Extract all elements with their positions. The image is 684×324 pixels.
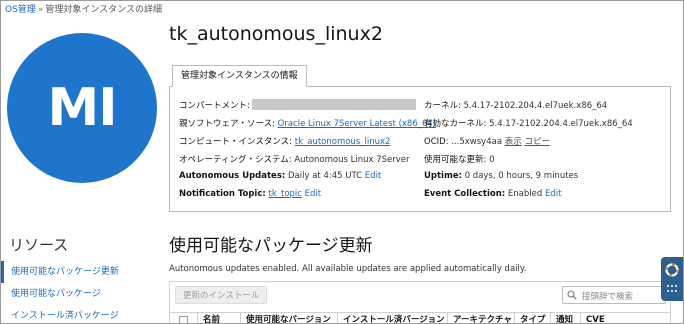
ocid-value: ...5xwsy4aa [451, 137, 503, 147]
uptime-label: Uptime: [424, 171, 462, 181]
tab-instance-info[interactable]: 管理対象インスタンスの情報 [172, 65, 307, 87]
compute-instance-link[interactable]: tk_autonomous_linux2 [295, 137, 391, 147]
compute-instance-label: コンピュート・インスタンス: [179, 137, 293, 147]
software-source-link[interactable]: Oracle Linux 7Server Latest (x86_64) [278, 119, 436, 129]
available-updates-value: 0 [489, 155, 495, 165]
breadcrumb-separator: » [37, 5, 44, 15]
notification-topic-label: Notification Topic: [179, 189, 266, 199]
ocid-label: OCID: [424, 137, 449, 147]
ocid-show-link[interactable]: 表示 [505, 137, 522, 147]
sidebar-item-available-updates[interactable]: 使用可能なパッケージ更新 [1, 261, 149, 283]
column-header-type[interactable]: タイプ [514, 313, 550, 323]
ocid-copy-link[interactable]: コピー [524, 137, 550, 147]
active-kernel-row: 有効なカーネル: 5.4.17-2102.204.4.el7uek.x86_64 [424, 117, 633, 129]
software-source-row: 親ソフトウェア・ソース: Oracle Linux 7Server Latest… [179, 117, 436, 129]
uptime-value: 0 days, 0 hours, 9 minutes [464, 171, 579, 181]
event-collection-value: Enabled [507, 189, 543, 199]
avatar-initials: MI [47, 78, 117, 138]
autonomous-updates-edit-link[interactable]: Edit [365, 171, 381, 181]
column-header-cve[interactable]: CVE [580, 313, 670, 323]
avatar: MI [7, 33, 157, 183]
notification-topic-link[interactable]: tk_topic [268, 189, 301, 199]
active-kernel-value: 5.4.17-2102.204.4.el7uek.x86_64 [489, 119, 633, 129]
sidebar-item-available-packages[interactable]: 使用可能なパッケージ [1, 283, 149, 305]
autonomous-updates-label: Autonomous Updates: [179, 171, 286, 181]
kernel-row: カーネル: 5.4.17-2102.204.4.el7uek.x86_64 [424, 99, 607, 111]
software-source-label: 親ソフトウェア・ソース: [179, 119, 275, 129]
active-kernel-label: 有効なカーネル: [424, 119, 487, 129]
autonomous-note: Autonomous updates enabled. All availabl… [169, 264, 527, 274]
breadcrumb-root-link[interactable]: OS管理 [5, 5, 36, 15]
compartment-redacted [251, 99, 416, 110]
sidebar-nav: 使用可能なパッケージ更新 使用可能なパッケージ インストール済パッケージ [1, 261, 149, 323]
page-frame: OS管理» 管理対象インスタンスの詳細 MI リソース 使用可能なパッケージ更新 … [0, 0, 684, 324]
table-header: 名前 使用可能なバージョン インストール済バージョン アーキテクチャ タイプ 通… [170, 312, 670, 323]
event-collection-row: Event Collection: Enabled Edit [424, 189, 561, 199]
event-collection-label: Event Collection: [424, 189, 506, 199]
os-value: Autonomous Linux 7Server [294, 155, 410, 165]
search-placeholder: 接頭辞で検索 [582, 292, 634, 302]
info-panel: コンパートメント: 親ソフトウェア・ソース: Oracle Linux 7Ser… [169, 86, 671, 212]
notification-topic-edit-link[interactable]: Edit [305, 189, 321, 199]
grid-dots-icon [667, 285, 677, 292]
autonomous-updates-value: Daily at 4:45 UTC [288, 171, 363, 181]
kernel-value: 5.4.17-2102.204.4.el7uek.x86_64 [463, 101, 608, 111]
sidebar-title: リソース [9, 236, 69, 254]
breadcrumb-current: 管理対象インスタンスの詳細 [45, 5, 162, 15]
os-row: オペレーティング・システム: Autonomous Linux 7Server [179, 153, 410, 165]
available-updates-row: 使用可能な更新: 0 [424, 153, 495, 165]
lifebuoy-icon [665, 263, 679, 277]
column-header-name[interactable]: 名前 [197, 313, 240, 323]
compartment-label: コンパートメント: [179, 101, 250, 111]
help-widget[interactable] [661, 257, 683, 301]
column-header-advisory[interactable]: 通知 [550, 313, 580, 323]
page-title: tk_autonomous_linux2 [169, 23, 383, 45]
compute-instance-row: コンピュート・インスタンス: tk_autonomous_linux2 [179, 135, 390, 147]
column-header-architecture[interactable]: アーキテクチャ [447, 313, 514, 323]
os-label: オペレーティング・システム: [179, 155, 292, 165]
ocid-row: OCID: ...5xwsy4aa 表示 コピー [424, 135, 550, 147]
search-icon [567, 290, 577, 300]
kernel-label: カーネル: [424, 101, 461, 111]
compartment-row: コンパートメント: [179, 99, 416, 111]
available-updates-label: 使用可能な更新: [424, 155, 487, 165]
sidebar-item-installed-packages[interactable]: インストール済パッケージ [1, 305, 149, 323]
column-header-installed-version[interactable]: インストール済バージョン [337, 313, 447, 323]
breadcrumb: OS管理» 管理対象インスタンスの詳細 [5, 2, 162, 15]
install-updates-button[interactable]: 更新のインストール [175, 286, 268, 304]
updates-table: 更新のインストール 接頭辞で検索 名前 使用可能なバージョン インストール済バー… [169, 281, 671, 323]
uptime-row: Uptime: 0 days, 0 hours, 9 minutes [424, 171, 578, 181]
event-collection-edit-link[interactable]: Edit [545, 189, 561, 199]
section-title: 使用可能なパッケージ更新 [169, 236, 373, 256]
search-input[interactable]: 接頭辞で検索 [562, 286, 666, 304]
autonomous-updates-row: Autonomous Updates: Daily at 4:45 UTC Ed… [179, 171, 381, 181]
notification-topic-row: Notification Topic: tk_topic Edit [179, 189, 321, 199]
select-all-checkbox[interactable] [179, 316, 188, 323]
column-header-available-version[interactable]: 使用可能なバージョン [240, 313, 337, 323]
